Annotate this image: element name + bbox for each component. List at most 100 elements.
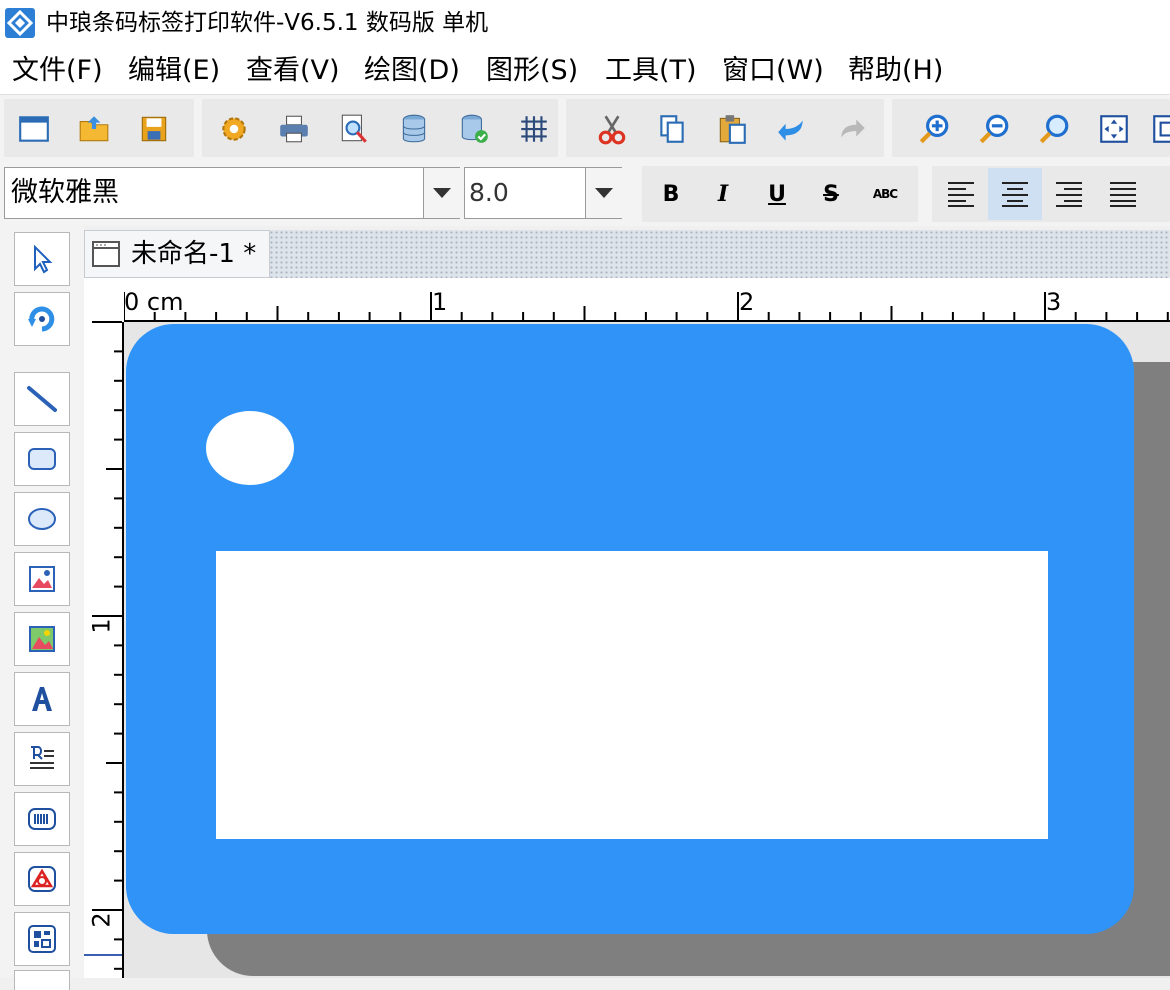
select-tool-button[interactable] xyxy=(14,232,70,286)
canvas-area[interactable] xyxy=(124,322,1170,978)
cut-icon xyxy=(598,115,626,145)
document-tab[interactable]: 未命名-1 * xyxy=(84,230,270,278)
undo-button[interactable] xyxy=(770,107,814,151)
ruler-h-label-0: 0 cm xyxy=(124,288,184,316)
line-icon xyxy=(27,386,57,412)
settings-icon xyxy=(222,117,246,141)
redo-button[interactable] xyxy=(830,107,874,151)
fit-page-button[interactable] xyxy=(1092,107,1136,151)
cut-button[interactable] xyxy=(590,107,634,151)
menu-help[interactable]: 帮助(H) xyxy=(848,52,943,90)
strikethrough-button[interactable]: S xyxy=(806,168,856,220)
align-right-button[interactable] xyxy=(1044,168,1094,220)
document-window-icon xyxy=(92,241,120,267)
copy-button[interactable] xyxy=(650,107,694,151)
horizontal-ruler xyxy=(84,278,1170,322)
align-justify-icon xyxy=(1110,182,1136,207)
font-name-value: 微软雅黑 xyxy=(11,177,119,208)
rich-text-tool-button[interactable] xyxy=(14,732,70,786)
menu-shape[interactable]: 图形(S) xyxy=(486,52,578,90)
align-center-button[interactable] xyxy=(988,168,1042,220)
format-toolbar: 微软雅黑 8.0 B I U S ABC xyxy=(0,162,1170,226)
menu-window[interactable]: 窗口(W) xyxy=(722,52,824,90)
zoom-icon xyxy=(1039,114,1069,144)
database-button[interactable] xyxy=(392,107,436,151)
print-toolbar-group xyxy=(202,99,558,157)
italic-button[interactable]: I xyxy=(698,168,748,220)
chevron-down-icon xyxy=(595,188,613,198)
new-button[interactable] xyxy=(12,107,56,151)
bold-button[interactable]: B xyxy=(646,168,696,220)
ellipse-icon xyxy=(28,508,56,530)
text-tool-button[interactable] xyxy=(14,672,70,726)
text-style-group: B I U S ABC xyxy=(642,166,918,222)
label-content-rectangle[interactable] xyxy=(216,551,1048,839)
title-bar: 中琅条码标签打印软件-V6.5.1 数码版 单机 xyxy=(0,0,1170,48)
menu-file[interactable]: 文件(F) xyxy=(12,52,103,90)
rotate-tool-button[interactable] xyxy=(14,292,70,346)
rectangle-tool-button[interactable] xyxy=(14,432,70,486)
settings-button[interactable] xyxy=(212,107,256,151)
font-name-dropdown-button[interactable] xyxy=(423,168,460,218)
align-right-icon xyxy=(1056,182,1082,207)
pointer-icon xyxy=(34,244,53,274)
underline-button[interactable]: U xyxy=(752,168,802,220)
menu-view[interactable]: 查看(V) xyxy=(246,52,340,90)
shape-tool-button[interactable] xyxy=(14,852,70,906)
ruler-h-label-1: 1 xyxy=(432,288,448,316)
barcode-tool-button[interactable] xyxy=(14,792,70,846)
menu-bar: 文件(F) 编辑(E) 查看(V) 绘图(D) 图形(S) 工具(T) 窗口(W… xyxy=(0,48,1170,94)
picture-tool-button[interactable] xyxy=(14,612,70,666)
line-tool-button[interactable] xyxy=(14,372,70,426)
font-size-dropdown-button[interactable] xyxy=(585,168,622,218)
case-button[interactable]: ABC xyxy=(860,168,910,220)
label-hole-ellipse[interactable] xyxy=(206,411,294,485)
more-toolbar-button[interactable] xyxy=(1150,107,1170,151)
text-icon xyxy=(32,687,52,711)
rich-text-icon xyxy=(30,746,54,769)
open-button[interactable] xyxy=(72,107,116,151)
print-button[interactable] xyxy=(272,107,316,151)
qrcode-tool-button[interactable] xyxy=(14,912,70,966)
align-justify-button[interactable] xyxy=(1098,168,1148,220)
more-tools-button[interactable] xyxy=(14,970,70,990)
document-tab-title: 未命名-1 * xyxy=(131,239,257,269)
font-name-select[interactable]: 微软雅黑 xyxy=(4,167,460,219)
main-toolbar xyxy=(0,94,1170,163)
zoom-in-icon xyxy=(919,114,949,144)
database-refresh-button[interactable] xyxy=(452,107,496,151)
copy-icon xyxy=(660,115,684,143)
font-size-select[interactable]: 8.0 xyxy=(464,167,622,219)
menu-draw[interactable]: 绘图(D) xyxy=(364,52,460,90)
zoom-in-button[interactable] xyxy=(912,107,956,151)
open-icon xyxy=(79,116,109,142)
shape-icon xyxy=(28,866,56,892)
label-canvas xyxy=(126,324,1170,976)
database-refresh-icon xyxy=(461,114,488,143)
align-left-button[interactable] xyxy=(936,168,986,220)
print-preview-icon xyxy=(341,114,367,143)
paste-button[interactable] xyxy=(710,107,754,151)
file-toolbar-group xyxy=(4,99,194,157)
fit-page-icon xyxy=(1100,115,1128,143)
print-icon xyxy=(280,115,308,143)
align-left-icon xyxy=(948,182,974,207)
grid-button[interactable] xyxy=(512,107,556,151)
print-preview-button[interactable] xyxy=(332,107,376,151)
ellipse-tool-button[interactable] xyxy=(14,492,70,546)
ruler-h-label-3: 3 xyxy=(1046,288,1062,316)
menu-edit[interactable]: 编辑(E) xyxy=(128,52,220,90)
paste-icon xyxy=(719,115,746,144)
qrcode-icon xyxy=(28,925,56,953)
menu-tools[interactable]: 工具(T) xyxy=(605,52,697,90)
app-logo-icon xyxy=(5,8,35,38)
zoom-button[interactable] xyxy=(1032,107,1076,151)
image-tool-button[interactable] xyxy=(14,552,70,606)
zoom-out-icon xyxy=(979,114,1009,144)
grid-icon xyxy=(521,116,547,142)
zoom-out-button[interactable] xyxy=(972,107,1016,151)
save-button[interactable] xyxy=(132,107,176,151)
ruler-h-label-2: 2 xyxy=(739,288,755,316)
window-title: 中琅条码标签打印软件-V6.5.1 数码版 单机 xyxy=(46,10,489,36)
rounded-rect-icon xyxy=(28,448,56,470)
